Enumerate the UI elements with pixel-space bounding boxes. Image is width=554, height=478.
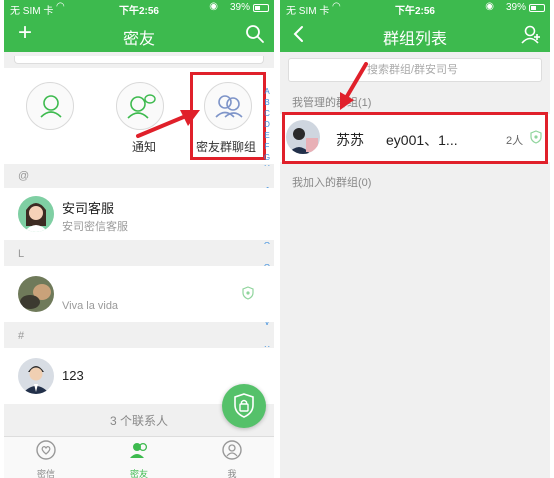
tab-label: 密信 [36,469,55,478]
section-header: # [4,326,274,346]
alphabet-index-letter[interactable]: B [262,97,272,108]
shield-lock-icon [234,393,254,418]
nav-bar: + 密友 [4,16,274,52]
battery-percent: 39% [229,2,250,13]
tab-me[interactable]: 我 [212,439,252,478]
rotation-lock-icon: ◉ [485,1,494,12]
search-bar[interactable] [14,56,264,64]
alphabet-index-letter[interactable]: D [262,119,272,130]
alphabet-index-letter[interactable]: E [262,130,272,141]
page-title: 群组列表 [382,31,447,48]
contact-subtitle: Viva la vida [62,300,119,312]
profile-icon [222,440,242,460]
contact-name: 123 [62,368,84,383]
alphabet-index-letter[interactable]: C [262,108,272,119]
group-search-input[interactable]: 搜索群组/群安司号 [288,58,542,82]
add-friend-icon[interactable] [520,23,542,45]
red-arrow-icon [340,62,368,110]
function-label-notify: 通知 [132,140,157,154]
group-chat-button[interactable] [204,82,252,130]
alphabet-index-letter[interactable]: G [262,152,272,163]
left-screen: 无 SIM 卡 ◠ 下午2:56 ◉ 39% + 密友 通知 密友群聊组 A B… [4,0,274,478]
section-header: @ [4,166,274,186]
floating-lock-button[interactable] [222,384,266,428]
contact-subtitle: 安司密信客服 [62,221,128,233]
status-bar: 无 SIM 卡 ◠ 下午2:56 ◉ 39% [280,0,550,17]
function-label-group: 密友群聊组 [196,140,257,154]
user-icon [40,95,62,118]
tab-messages[interactable]: 密信 [26,439,66,478]
battery-icon [253,4,269,12]
joined-groups-header: 我加入的群组(0) [292,177,372,189]
shield-icon [242,286,254,300]
status-bar: 无 SIM 卡 ◠ 下午2:56 ◉ 39% [4,0,274,17]
section-header: L [4,244,274,264]
contact-row[interactable]: Viva la vida [4,266,274,322]
highlight-box [282,112,548,164]
new-friend-button[interactable] [26,82,74,130]
search-icon[interactable] [244,23,266,45]
tab-label: 我 [227,469,237,478]
battery-percent: 39% [505,2,526,13]
tab-bar: 密信 密友 我 [4,436,274,478]
tab-friends[interactable]: 密友 [119,439,159,478]
avatar [18,196,54,232]
avatar [18,276,54,312]
page-title: 密友 [122,31,155,48]
red-arrow-icon [136,110,200,138]
rotation-lock-icon: ◉ [209,1,218,12]
battery-icon [529,4,545,12]
contact-row[interactable]: 安司客服 安司密信客服 [4,188,274,240]
friends-icon [130,442,148,458]
group-icon [215,95,243,118]
right-screen: 无 SIM 卡 ◠ 下午2:56 ◉ 39% 群组列表 搜索群组/群安司号 我管… [280,0,550,478]
search-placeholder: 搜索群组/群安司号 [367,64,459,76]
function-row: 通知 密友群聊组 [4,68,274,164]
tab-label: 密友 [129,469,148,478]
nav-bar: 群组列表 [280,16,550,52]
alphabet-index-letter[interactable]: A [262,86,272,97]
contact-name: 安司客服 [62,201,115,216]
alphabet-index-letter[interactable]: F [262,141,272,152]
heart-chat-icon [36,440,56,460]
avatar [18,358,54,394]
